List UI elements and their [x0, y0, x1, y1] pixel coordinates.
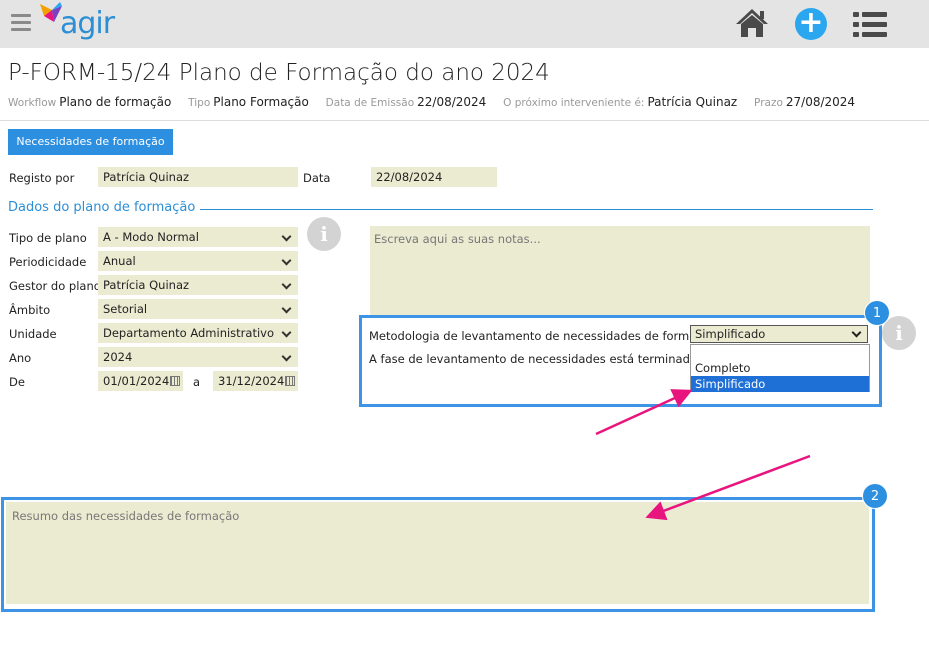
arrow-to-summary [645, 454, 811, 521]
annotation-arrows [595, 389, 811, 521]
arrow-to-dropdown [595, 389, 693, 436]
